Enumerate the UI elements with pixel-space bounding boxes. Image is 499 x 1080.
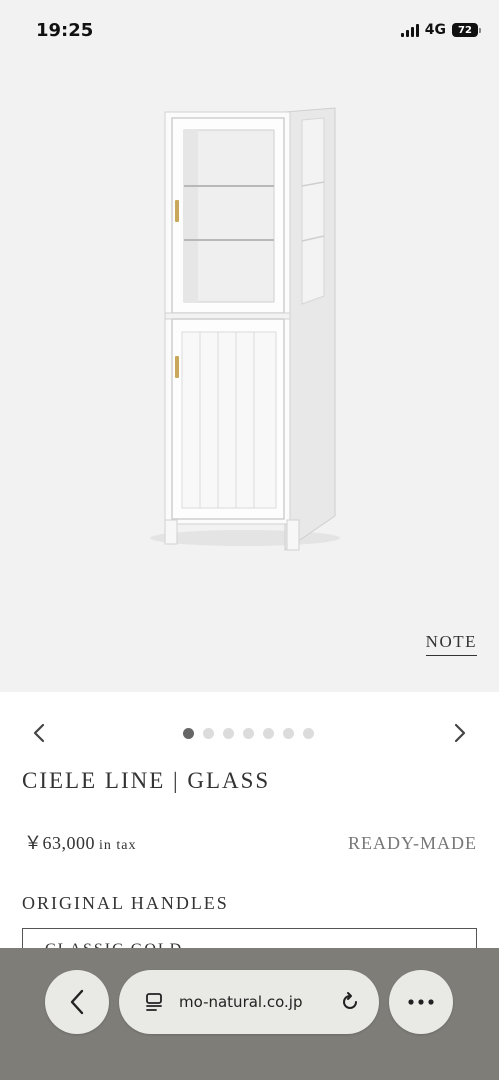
network-type: 4G — [424, 22, 446, 38]
product-image — [150, 107, 340, 551]
product-price: ￥63,000 in tax — [24, 829, 137, 855]
back-chevron-icon — [70, 989, 84, 1015]
previous-image-button[interactable] — [24, 718, 54, 748]
carousel-dot[interactable] — [203, 728, 214, 739]
product-image-area[interactable]: NOTE — [0, 60, 499, 692]
carousel-dot[interactable] — [283, 728, 294, 739]
chevron-right-icon — [454, 723, 466, 743]
battery-icon: 72 — [452, 23, 481, 37]
reload-icon[interactable] — [339, 991, 361, 1013]
handles-heading: ORIGINAL HANDLES — [22, 893, 229, 913]
note-link[interactable]: NOTE — [425, 632, 477, 656]
carousel-dot[interactable] — [223, 728, 234, 739]
status-indicators: 4G 72 — [400, 22, 481, 38]
product-title: CIELE LINE | GLASS — [22, 768, 271, 793]
carousel-dot[interactable] — [303, 728, 314, 739]
address-bar[interactable]: mo-natural.co.jp — [119, 970, 379, 1034]
browser-toolbar: mo-natural.co.jp — [0, 948, 499, 1080]
carousel-dot[interactable] — [183, 728, 194, 739]
next-image-button[interactable] — [445, 718, 475, 748]
price-tax-note: in tax — [99, 838, 137, 853]
carousel-dots — [183, 728, 314, 739]
status-time: 19:25 — [36, 20, 94, 41]
reader-icon[interactable] — [143, 991, 165, 1013]
status-bar: 19:25 4G 72 — [0, 0, 499, 60]
more-icon — [408, 999, 434, 1005]
back-button[interactable] — [45, 970, 109, 1034]
carousel-controls — [0, 718, 499, 748]
more-button[interactable] — [389, 970, 453, 1034]
product-type: READY-MADE — [348, 833, 477, 853]
carousel-dot[interactable] — [243, 728, 254, 739]
carousel-dot[interactable] — [263, 728, 274, 739]
url-text[interactable]: mo-natural.co.jp — [179, 993, 302, 1011]
price-value: ￥63,000 — [24, 833, 95, 853]
battery-level: 72 — [452, 23, 478, 37]
chevron-left-icon — [33, 723, 45, 743]
signal-icon — [400, 23, 419, 37]
